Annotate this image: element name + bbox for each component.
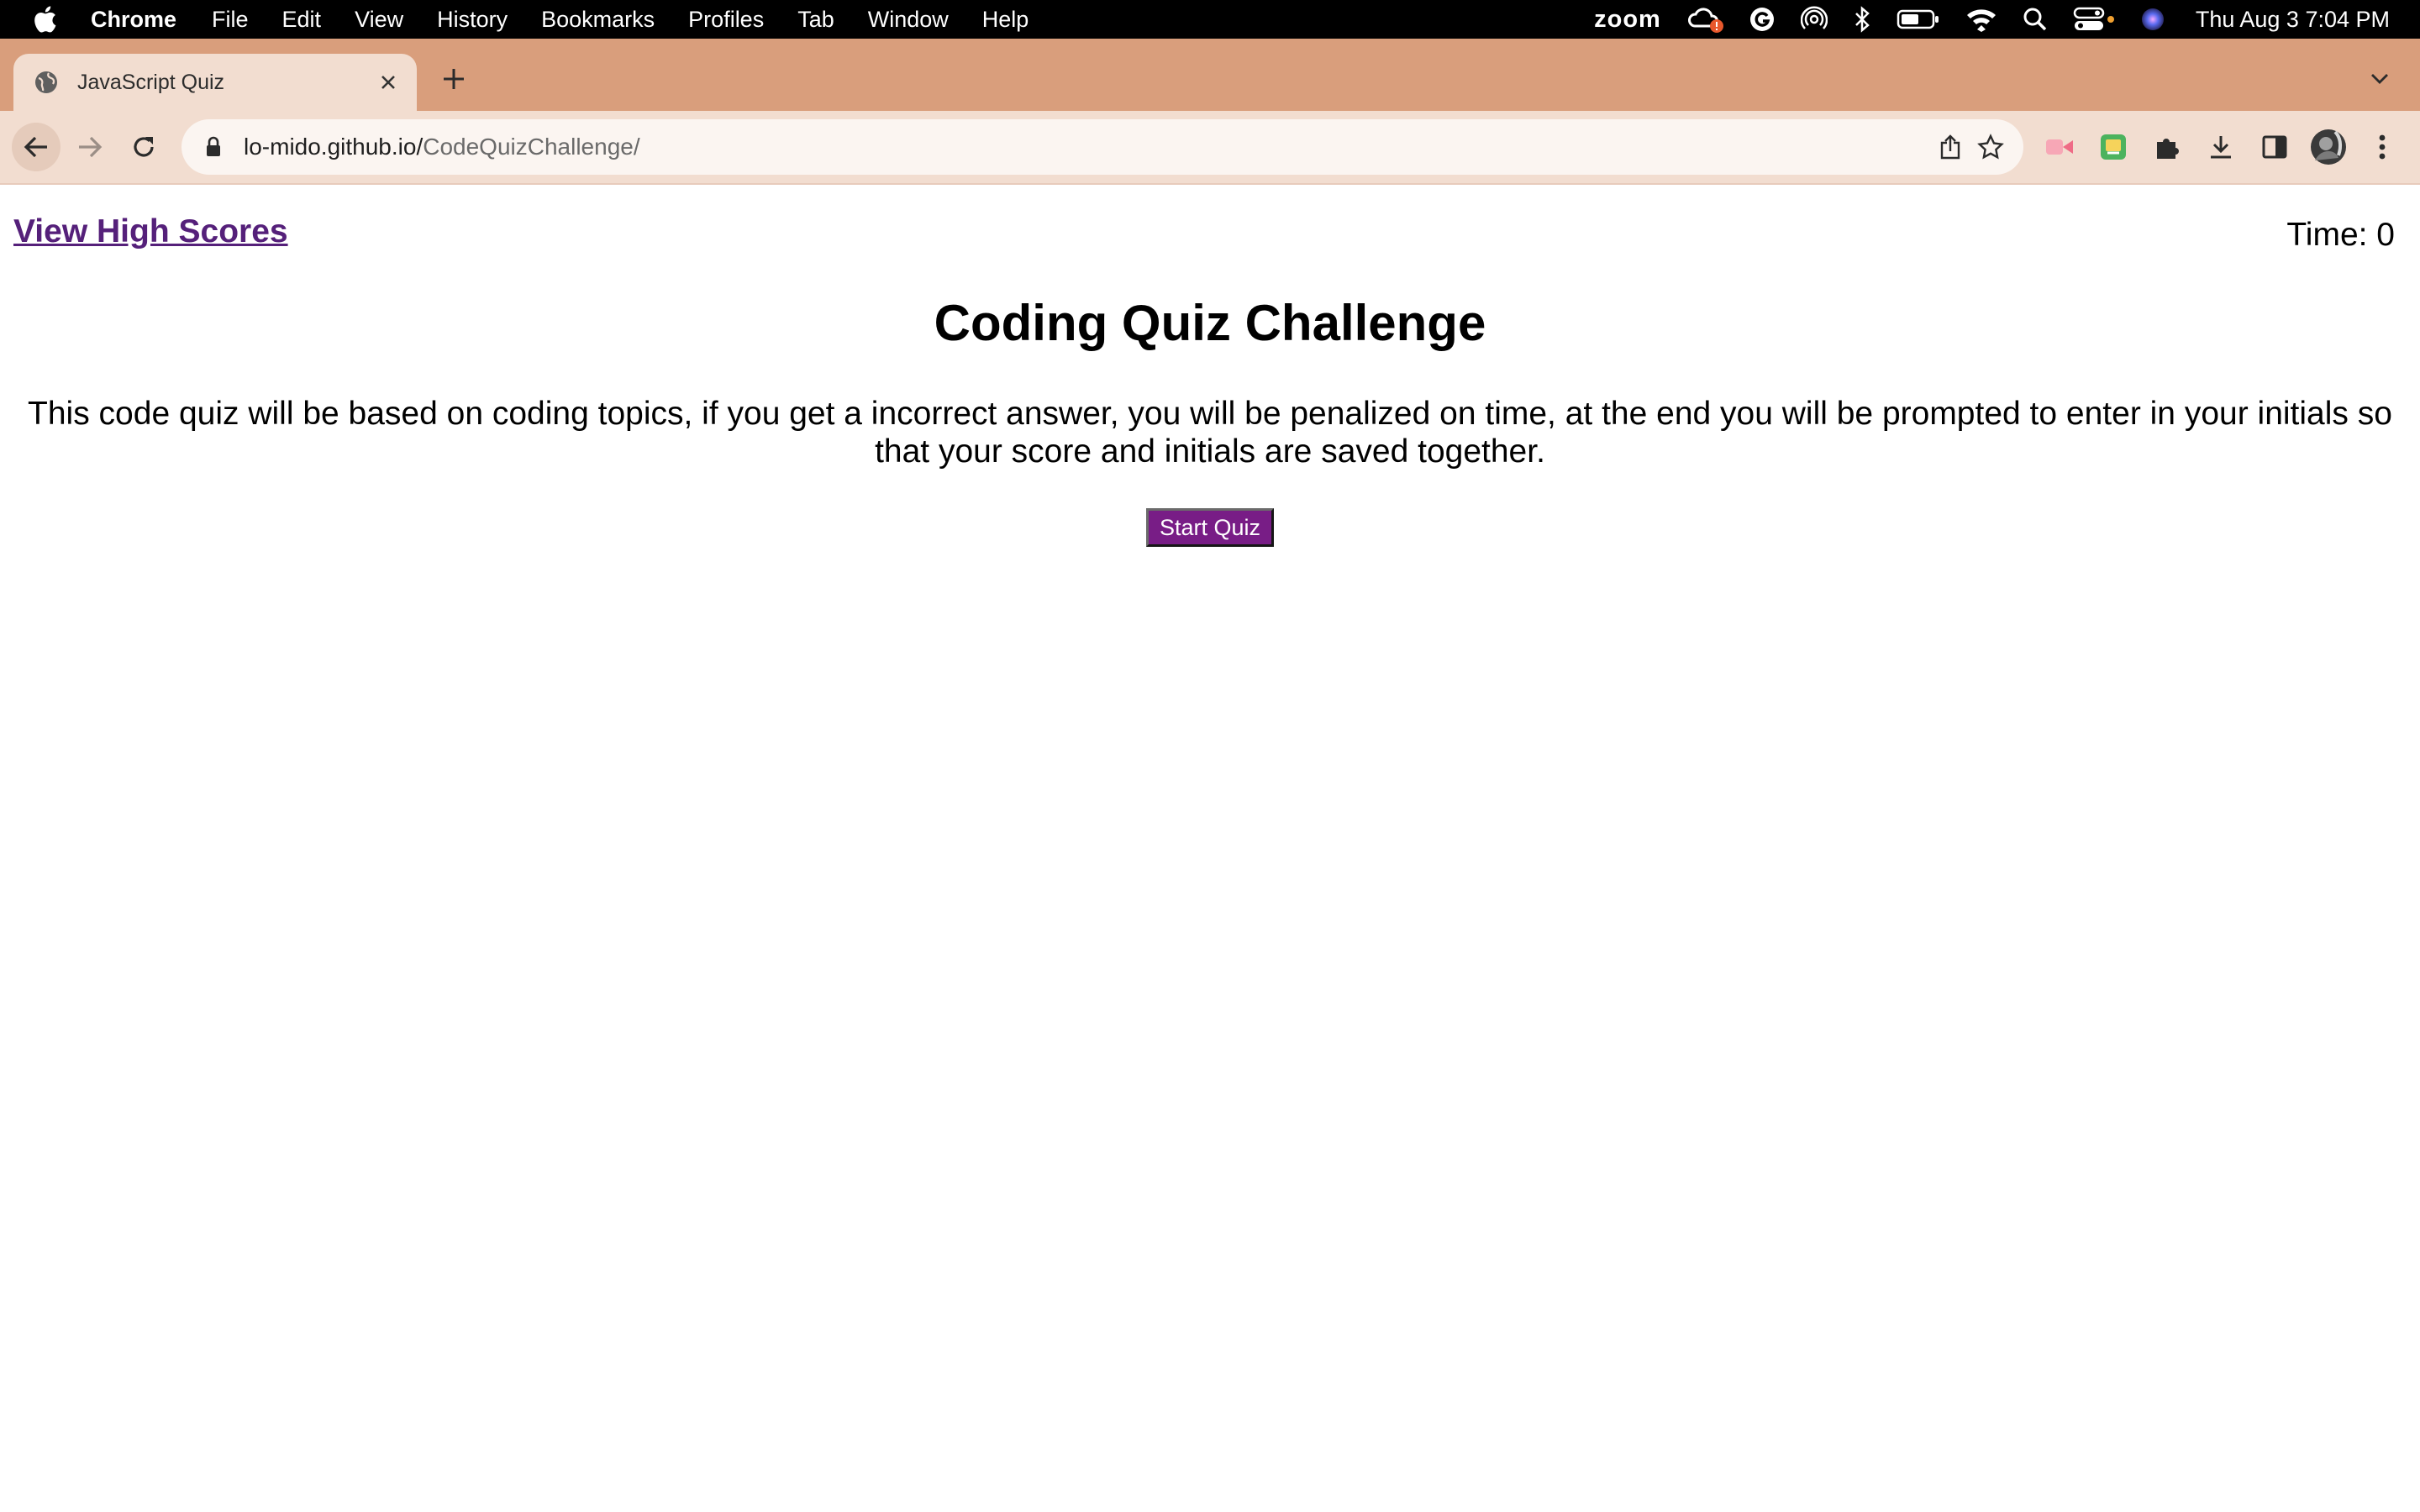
menu-file[interactable]: File — [212, 7, 249, 33]
profile-avatar[interactable] — [2309, 128, 2348, 166]
tab-title: JavaScript Quiz — [77, 70, 225, 94]
menu-view[interactable]: View — [355, 7, 403, 33]
menu-profiles[interactable]: Profiles — [688, 7, 764, 33]
quiz-description: This code quiz will be based on coding t… — [28, 396, 2392, 470]
page-title: Coding Quiz Challenge — [934, 295, 1486, 351]
forward-arrow-icon[interactable] — [66, 123, 114, 171]
menu-bookmarks[interactable]: Bookmarks — [541, 7, 655, 33]
control-center-icon[interactable] — [2073, 7, 2115, 32]
menu-history[interactable]: History — [437, 7, 508, 33]
grammarly-icon[interactable] — [1749, 6, 1776, 33]
menu-chrome[interactable]: Chrome — [91, 7, 176, 33]
back-arrow-icon[interactable] — [12, 123, 60, 171]
apple-logo-icon[interactable] — [30, 5, 59, 34]
status-area: zoom Thu Aug 3 7:04 PM — [1569, 0, 2390, 39]
bluetooth-icon[interactable] — [1853, 6, 1871, 33]
lock-icon[interactable] — [202, 135, 225, 159]
menu-window[interactable]: Window — [868, 7, 949, 33]
new-tab-plus-icon[interactable] — [437, 62, 471, 96]
url-domain: lo-mido.github.io/ — [244, 134, 424, 160]
share-icon[interactable] — [1936, 133, 1965, 161]
address-bar[interactable]: lo-mido.github.io/CodeQuizChallenge/ — [182, 119, 2023, 175]
reload-icon[interactable] — [119, 123, 168, 171]
tab-strip: JavaScript Quiz — [0, 39, 2420, 111]
globe-favicon-icon — [34, 70, 59, 95]
start-quiz-button[interactable]: Start Quiz — [1146, 508, 1274, 547]
page-content: View High Scores Time: 0 Coding Quiz Cha… — [0, 185, 2420, 1512]
menu-tab[interactable]: Tab — [797, 7, 834, 33]
menubar-clock[interactable]: Thu Aug 3 7:04 PM — [2196, 7, 2390, 33]
download-icon[interactable] — [2202, 128, 2240, 166]
battery-icon[interactable] — [1897, 8, 1940, 30]
airdrop-icon[interactable] — [1800, 6, 1828, 33]
extensions-puzzle-icon[interactable] — [2148, 128, 2186, 166]
tab-search-chevron-down-icon[interactable] — [2363, 62, 2396, 96]
menu-edit[interactable]: Edit — [282, 7, 322, 33]
menu-help[interactable]: Help — [982, 7, 1029, 33]
wifi-icon[interactable] — [1965, 7, 1997, 32]
tab-javascript-quiz[interactable]: JavaScript Quiz — [13, 54, 417, 111]
tab-close-icon[interactable] — [373, 67, 403, 97]
spotlight-search-icon[interactable] — [2023, 7, 2048, 32]
green-extension-icon[interactable] — [2094, 128, 2133, 166]
screencast-extension-icon[interactable] — [2040, 128, 2079, 166]
zoom-status-item[interactable]: zoom — [1594, 6, 1661, 34]
browser-toolbar: lo-mido.github.io/CodeQuizChallenge/ — [0, 111, 2420, 183]
chrome-menu-kebab-icon[interactable] — [2363, 128, 2402, 166]
side-panel-icon[interactable] — [2255, 128, 2294, 166]
url-text[interactable]: lo-mido.github.io/CodeQuizChallenge/ — [244, 134, 640, 160]
siri-icon[interactable] — [2140, 7, 2165, 32]
timer-display: Time: 0 — [2286, 217, 2395, 253]
url-path: CodeQuizChallenge/ — [423, 134, 640, 160]
macos-menu-bar: Chrome File Edit View History Bookmarks … — [0, 0, 2420, 39]
view-high-scores-link[interactable]: View High Scores — [13, 213, 288, 250]
bookmark-star-icon[interactable] — [1976, 133, 2005, 161]
cloud-warning-icon[interactable] — [1686, 6, 1723, 33]
